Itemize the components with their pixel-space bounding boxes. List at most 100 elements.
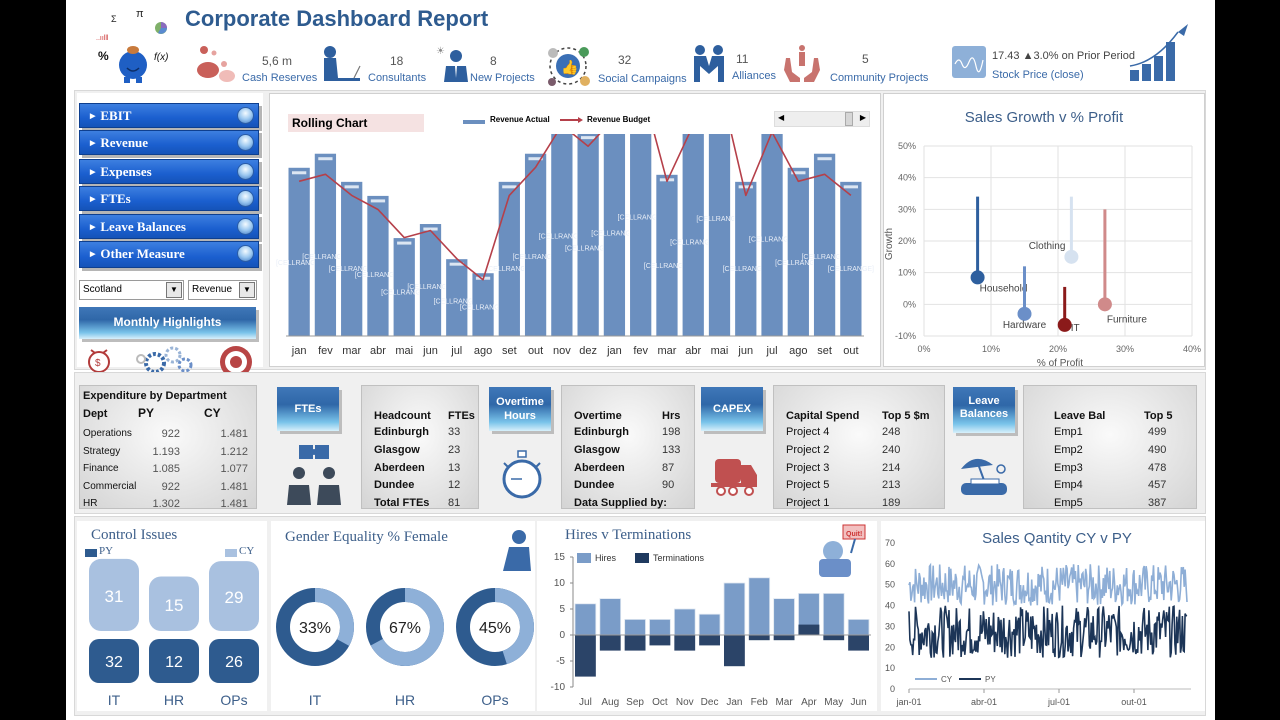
kpi-label: New Projects [470, 72, 535, 84]
point-label: Clothing [1029, 241, 1066, 252]
page-title: Corporate Dashboard Report [185, 6, 489, 31]
scroll-left-icon[interactable]: ◀ [778, 113, 784, 122]
region-dropdown[interactable]: Scotland ▼ [79, 280, 184, 300]
bar-highlight [843, 185, 858, 189]
donut-value-label: 45% [479, 620, 511, 637]
bar-highlight [397, 241, 412, 245]
middle-band: Expenditure by Department Dept PY CY Operat… [74, 372, 1206, 514]
row-label: Project 4 [786, 426, 830, 438]
row-value: 387 [1148, 497, 1167, 510]
chevron-down-icon[interactable]: ▼ [166, 282, 182, 298]
bottom-band: Control Issues PY CY 31 32 IT 15 12 HR 29 26 OPs… [74, 516, 1206, 716]
terminations-bar [724, 635, 745, 667]
table-header: Overtime [574, 410, 622, 422]
row-label: Emp1 [1054, 426, 1083, 438]
overtime-banner[interactable]: Overtime Hours [489, 387, 551, 431]
x-tick-label: mai [711, 345, 729, 357]
kpi-label: Social Campaigns [598, 73, 687, 85]
hires-bar [723, 582, 746, 636]
leave-banner[interactable]: Leave Balances [953, 387, 1015, 433]
kpi-value: 18 [390, 54, 404, 68]
nav-ftes-button[interactable]: ▶ FTEs [79, 186, 259, 211]
y-tick-label: 40 [885, 601, 895, 611]
x-tick-label: out-01 [1121, 697, 1147, 707]
hires-bar [773, 598, 795, 636]
data-point [970, 270, 985, 285]
cy-value: 1.481 [220, 428, 248, 440]
hires-bar [698, 613, 721, 636]
table-header: Top 5 $m [882, 410, 930, 422]
legend-hires-label: Hires [595, 553, 617, 563]
nav-ebit-button[interactable]: ▶ EBIT [79, 103, 259, 128]
row-value: 23 [448, 443, 461, 456]
nav-label: EBIT [100, 108, 132, 123]
table-header: Top 5 [1144, 410, 1173, 422]
sales-growth-panel: Sales Growth v % Profit -10% 0% 10% 20% 30% 40… [883, 93, 1205, 369]
data-point [1057, 317, 1072, 332]
table-header: FTEs [448, 410, 475, 422]
table-header: Leave Bal [1054, 410, 1106, 422]
row-label: Aberdeen [374, 461, 425, 474]
x-tick-label: May [824, 697, 843, 708]
y-tick-label: 15 [554, 552, 566, 563]
cy-value: 29 [225, 588, 244, 607]
period-scrollbar[interactable]: ◀ ▶ [774, 111, 870, 127]
hires-bar [822, 593, 845, 636]
overtime-table: Overtime Hrs Edinburgh 198 Glasgow 133 Aberdee… [561, 385, 695, 509]
stock-chart-icon [952, 46, 986, 78]
measure-dropdown[interactable]: Revenue ▼ [188, 280, 257, 300]
dept-name: Operations [83, 428, 132, 439]
kpi-value: 5,6 m [262, 54, 293, 68]
region-value: Scotland [83, 284, 122, 295]
revenue-actual-bar [523, 152, 548, 337]
ftes-banner[interactable]: FTEs [277, 387, 339, 431]
nav-revenue-button[interactable]: ▶ Revenue [79, 130, 259, 155]
x-tick-label: Apr [801, 697, 817, 708]
table-header: Headcount [374, 410, 431, 422]
terminations-bar [823, 635, 845, 641]
series-line-py [908, 605, 1188, 659]
terminations-bar [575, 635, 596, 677]
nav-label: Expenses [100, 164, 152, 179]
nav-expenses-button[interactable]: ▶ Expenses [79, 159, 259, 184]
row-value: 87 [662, 461, 675, 474]
table-header: Dept [83, 408, 108, 420]
nav-leave-balances-button[interactable]: ▶ Leave Balances [79, 214, 259, 239]
kpi-value: 17.43 ▲3.0% on Prior Period [992, 50, 1135, 62]
scroll-thumb[interactable] [844, 112, 853, 126]
category-label: IT [108, 692, 121, 708]
hires-panel: Hires v Terminations Quit! -10 -5 0 5 10 15 Ju… [537, 521, 877, 711]
category-label: OPs [481, 692, 508, 708]
kpi-new-projects: ☀ 8 New Projects [434, 44, 544, 86]
bar-highlight [344, 185, 359, 189]
y-tick-label: 30% [898, 204, 916, 214]
row-label: Project 2 [786, 443, 830, 456]
x-tick-label: jul-01 [1047, 697, 1070, 707]
row-label: Emp2 [1054, 443, 1083, 456]
kpi-label: Cash Reserves [242, 72, 318, 84]
legend-py-label: PY [99, 545, 114, 557]
sales-quantity-panel: Sales Qantity CY v PY 0 10 20 30 40 50 60 70 jan-… [881, 521, 1205, 711]
dept-name: HR [83, 498, 98, 509]
y-tick-label: 10 [554, 578, 566, 589]
y-tick-label: 20% [898, 236, 916, 246]
x-tick-label: mai [395, 345, 413, 357]
x-tick-label: Jul [579, 697, 592, 708]
capex-banner[interactable]: CAPEX [701, 387, 763, 431]
svg-text:$: $ [95, 358, 101, 369]
y-tick-label: 20 [885, 642, 895, 652]
rocket-growth-icon [1129, 24, 1188, 81]
svg-text:..ıılll: ..ıılll [96, 35, 109, 42]
chevron-down-icon[interactable]: ▼ [239, 282, 255, 298]
x-tick-label: fev [318, 345, 333, 357]
kpi-value: 11 [736, 52, 749, 66]
kpi-label: Stock Price (close) [992, 69, 1084, 81]
row-value: 213 [882, 479, 901, 492]
point-label: Household [980, 283, 1028, 294]
row-value: 189 [882, 497, 901, 510]
chart-title: Sales Growth v % Profit [965, 109, 1124, 126]
scroll-right-icon[interactable]: ▶ [860, 113, 866, 122]
monthly-highlights-button[interactable]: Monthly Highlights [79, 307, 256, 339]
nav-other-measure-button[interactable]: ▶ Other Measure [79, 241, 259, 268]
rolling-chart-title: Rolling Chart [288, 114, 424, 132]
